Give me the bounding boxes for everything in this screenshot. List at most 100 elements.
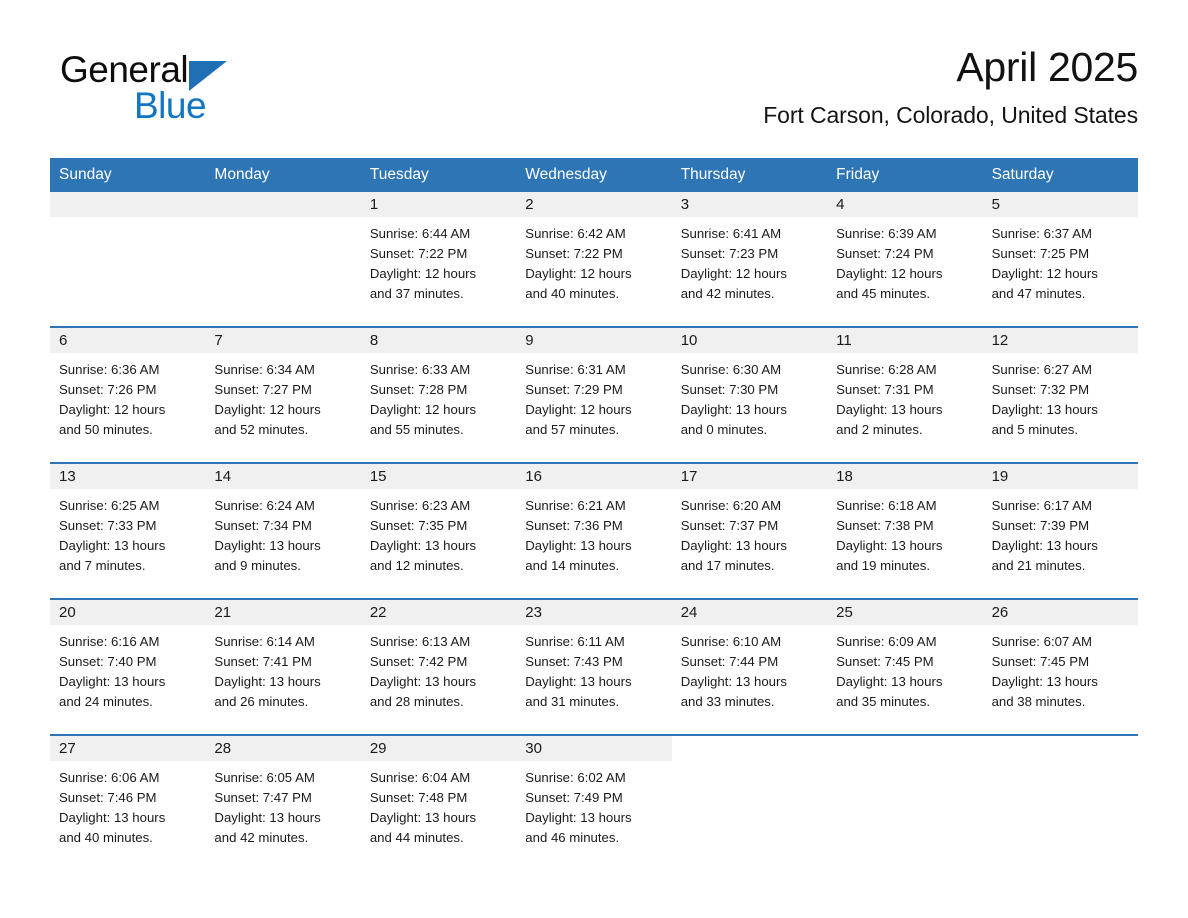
day-cell-17[interactable]: 17 Sunrise: 6:20 AM Sunset: 7:37 PM Dayligh… <box>671 464 828 598</box>
sunrise-time: Sunrise: 6:34 AM <box>214 362 315 377</box>
daylight-duration-line2: and 57 minutes. <box>525 422 620 437</box>
day-cell-16[interactable]: 16 Sunrise: 6:21 AM Sunset: 7:36 PM Dayligh… <box>516 464 672 598</box>
day-cell-27[interactable]: 27 Sunrise: 6:06 AM Sunset: 7:46 PM Dayligh… <box>50 736 206 870</box>
weekday-header-monday: Monday <box>214 166 270 183</box>
daylight-duration-line2: and 35 minutes. <box>836 694 930 709</box>
day-sun-info: Sunrise: 6:28 AM Sunset: 7:31 PM Daylight:… <box>827 353 982 440</box>
day-sun-info: Sunrise: 6:42 AM Sunset: 7:22 PM Daylight:… <box>516 217 671 304</box>
day-cell-4[interactable]: 4 Sunrise: 6:39 AM Sunset: 7:24 PM Daylight… <box>827 192 983 326</box>
day-cell-14[interactable]: 14 Sunrise: 6:24 AM Sunset: 7:34 PM Dayligh… <box>205 464 361 598</box>
day-sun-info: Sunrise: 6:27 AM Sunset: 7:32 PM Daylight:… <box>983 353 1138 440</box>
day-cell-13[interactable]: 13 Sunrise: 6:25 AM Sunset: 7:33 PM Dayligh… <box>50 464 206 598</box>
day-cell-6[interactable]: 6 Sunrise: 6:36 AM Sunset: 7:26 PM Daylight… <box>50 328 206 462</box>
day-cell-22[interactable]: 22 Sunrise: 6:13 AM Sunset: 7:42 PM Dayligh… <box>360 600 517 734</box>
weekday-header-sunday: Sunday <box>59 166 112 183</box>
day-cell-15[interactable]: 15 Sunrise: 6:23 AM Sunset: 7:35 PM Dayligh… <box>360 464 517 598</box>
day-cell-10[interactable]: 10 Sunrise: 6:30 AM Sunset: 7:30 PM Dayligh… <box>671 328 828 462</box>
day-number: 14 <box>205 464 361 489</box>
day-number: 29 <box>360 736 517 761</box>
day-number: 22 <box>360 600 517 625</box>
day-sun-info: Sunrise: 6:09 AM Sunset: 7:45 PM Daylight:… <box>827 625 982 712</box>
daylight-duration-line2: and 9 minutes. <box>214 558 301 573</box>
sunset-time: Sunset: 7:39 PM <box>991 518 1090 533</box>
weekday-header-wednesday: Wednesday <box>525 166 607 183</box>
day-cell-25[interactable]: 25 Sunrise: 6:09 AM Sunset: 7:45 PM Dayligh… <box>827 600 983 734</box>
day-number: 5 <box>982 192 1138 217</box>
general-blue-logo[interactable]: General Blue <box>60 50 320 128</box>
day-sun-info: Sunrise: 6:11 AM Sunset: 7:43 PM Daylight:… <box>516 625 671 712</box>
day-number: 12 <box>982 328 1138 353</box>
weekday-header-friday: Friday <box>836 166 880 183</box>
sunset-time: Sunset: 7:48 PM <box>369 790 468 805</box>
day-number: 26 <box>982 600 1138 625</box>
day-sun-info: Sunrise: 6:39 AM Sunset: 7:24 PM Daylight:… <box>827 217 982 304</box>
sunset-time: Sunset: 7:43 PM <box>525 654 623 669</box>
title-block: April 2025 Fort Carson, Colorado, United… <box>763 42 1138 132</box>
day-cell-empty <box>827 736 982 870</box>
daylight-duration-line2: and 42 minutes. <box>214 830 309 845</box>
sunrise-time: Sunrise: 6:14 AM <box>214 634 315 649</box>
sunset-time: Sunset: 7:44 PM <box>680 654 779 669</box>
day-cell-9[interactable]: 9 Sunrise: 6:31 AM Sunset: 7:29 PM Daylight… <box>516 328 672 462</box>
day-cell-28[interactable]: 28 Sunrise: 6:05 AM Sunset: 7:47 PM Dayligh… <box>205 736 361 870</box>
sunset-time: Sunset: 7:49 PM <box>525 790 623 805</box>
day-sun-info: Sunrise: 6:33 AM Sunset: 7:28 PM Daylight:… <box>361 353 516 440</box>
day-cell-empty <box>672 736 827 870</box>
day-number: 11 <box>827 328 983 353</box>
daylight-duration-line1: Daylight: 12 hours <box>369 402 477 417</box>
day-number: 17 <box>671 464 828 489</box>
day-cell-8[interactable]: 8 Sunrise: 6:33 AM Sunset: 7:28 PM Daylight… <box>360 328 517 462</box>
sunrise-time: Sunrise: 6:28 AM <box>836 362 937 377</box>
day-cell-3[interactable]: 3 Sunrise: 6:41 AM Sunset: 7:23 PM Daylight… <box>671 192 828 326</box>
day-cell-20[interactable]: 20 Sunrise: 6:16 AM Sunset: 7:40 PM Dayligh… <box>50 600 206 734</box>
sunrise-time: Sunrise: 6:25 AM <box>59 498 160 513</box>
sunrise-time: Sunrise: 6:09 AM <box>836 634 937 649</box>
daylight-duration-line2: and 7 minutes. <box>59 558 146 573</box>
day-sun-info: Sunrise: 6:37 AM Sunset: 7:25 PM Daylight:… <box>983 217 1138 304</box>
daylight-duration-line2: and 50 minutes. <box>59 422 153 437</box>
sunrise-time: Sunrise: 6:05 AM <box>214 770 315 785</box>
day-cell-26[interactable]: 26 Sunrise: 6:07 AM Sunset: 7:45 PM Dayligh… <box>982 600 1138 734</box>
day-cell-7[interactable]: 7 Sunrise: 6:34 AM Sunset: 7:27 PM Daylight… <box>205 328 361 462</box>
daylight-duration-line1: Daylight: 12 hours <box>525 266 632 281</box>
sunrise-time: Sunrise: 6:30 AM <box>680 362 782 377</box>
day-number: 3 <box>671 192 828 217</box>
day-number: 16 <box>516 464 672 489</box>
sunrise-time: Sunrise: 6:31 AM <box>525 362 626 377</box>
sunset-time: Sunset: 7:31 PM <box>836 382 934 397</box>
day-sun-info: Sunrise: 6:17 AM Sunset: 7:39 PM Daylight:… <box>983 489 1138 576</box>
weekday-header-saturday: Saturday <box>991 166 1054 183</box>
day-cell-23[interactable]: 23 Sunrise: 6:11 AM Sunset: 7:43 PM Dayligh… <box>516 600 672 734</box>
day-cell-30[interactable]: 30 Sunrise: 6:02 AM Sunset: 7:49 PM Dayligh… <box>516 736 672 870</box>
weekday-header-row: Sunday Monday Tuesday Wednesday Thursday Frid… <box>50 158 1138 192</box>
day-cell-5[interactable]: 5 Sunrise: 6:37 AM Sunset: 7:25 PM Daylight… <box>982 192 1138 326</box>
day-cell-1[interactable]: 1 Sunrise: 6:44 AM Sunset: 7:22 PM Daylight… <box>360 192 517 326</box>
weekday-header-thursday: Thursday <box>680 166 746 183</box>
sunrise-time: Sunrise: 6:13 AM <box>369 634 471 649</box>
daylight-duration-line1: Daylight: 13 hours <box>59 810 166 825</box>
day-number: 24 <box>671 600 828 625</box>
day-cell-12[interactable]: 12 Sunrise: 6:27 AM Sunset: 7:32 PM Dayligh… <box>982 328 1138 462</box>
day-cell-2[interactable]: 2 Sunrise: 6:42 AM Sunset: 7:22 PM Daylight… <box>516 192 672 326</box>
sunrise-time: Sunrise: 6:42 AM <box>525 226 626 241</box>
day-number: 2 <box>516 192 672 217</box>
sunrise-time: Sunrise: 6:11 AM <box>525 634 625 649</box>
daylight-duration-line2: and 26 minutes. <box>214 694 309 709</box>
sunset-time: Sunset: 7:29 PM <box>525 382 623 397</box>
day-cell-21[interactable]: 21 Sunrise: 6:14 AM Sunset: 7:41 PM Dayligh… <box>205 600 361 734</box>
sunrise-time: Sunrise: 6:41 AM <box>680 226 782 241</box>
calendar-weeks: 1 Sunrise: 6:44 AM Sunset: 7:22 PM Daylight… <box>50 192 1138 870</box>
day-sun-info: Sunrise: 6:20 AM Sunset: 7:37 PM Daylight:… <box>672 489 827 576</box>
sunset-time: Sunset: 7:22 PM <box>525 246 623 261</box>
day-cell-18[interactable]: 18 Sunrise: 6:18 AM Sunset: 7:38 PM Dayligh… <box>827 464 983 598</box>
sunrise-time: Sunrise: 6:37 AM <box>991 226 1092 241</box>
daylight-duration-line2: and 5 minutes. <box>991 422 1079 437</box>
sunset-time: Sunset: 7:34 PM <box>214 518 312 533</box>
day-cell-29[interactable]: 29 Sunrise: 6:04 AM Sunset: 7:48 PM Dayligh… <box>360 736 517 870</box>
day-cell-19[interactable]: 19 Sunrise: 6:17 AM Sunset: 7:39 PM Dayligh… <box>982 464 1138 598</box>
calendar-week-row: 6 Sunrise: 6:36 AM Sunset: 7:26 PM Daylight… <box>50 326 1138 462</box>
day-cell-24[interactable]: 24 Sunrise: 6:10 AM Sunset: 7:44 PM Dayligh… <box>671 600 828 734</box>
calendar-week-row: 13 Sunrise: 6:25 AM Sunset: 7:33 PM Dayligh… <box>50 462 1138 598</box>
sunrise-time: Sunrise: 6:02 AM <box>525 770 626 785</box>
day-cell-11[interactable]: 11 Sunrise: 6:28 AM Sunset: 7:31 PM Dayligh… <box>827 328 983 462</box>
